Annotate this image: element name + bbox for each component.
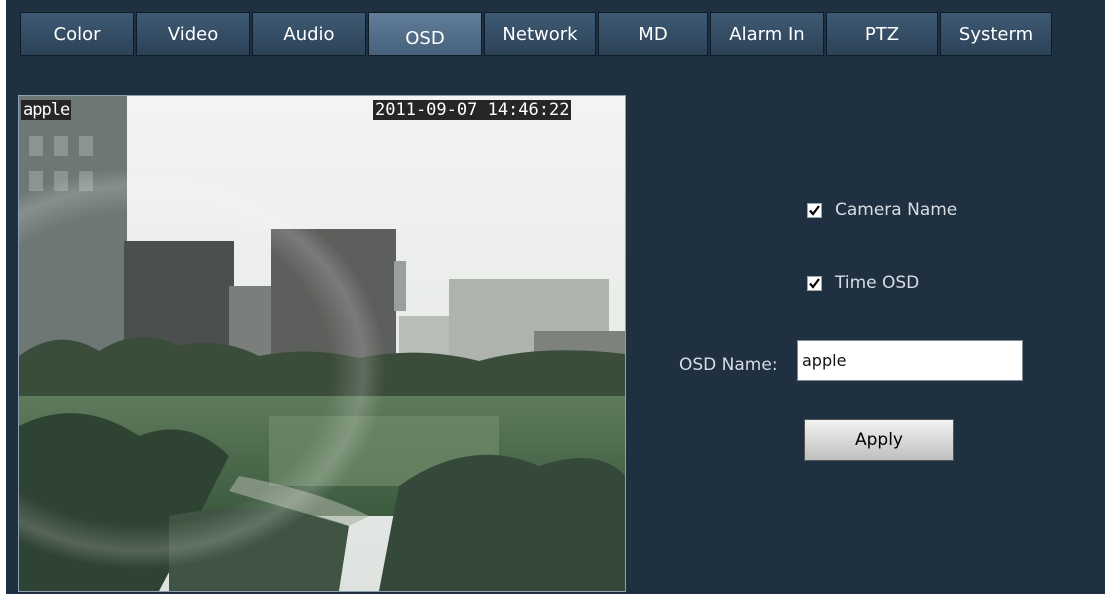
tab-audio[interactable]: Audio [252, 12, 366, 56]
tab-osd[interactable]: OSD [368, 12, 482, 56]
osd-name-input[interactable] [797, 340, 1023, 381]
osd-time-overlay: 2011-09-07 14:46:22 [373, 100, 572, 120]
tab-color[interactable]: Color [20, 12, 134, 56]
video-preview [18, 95, 626, 592]
time-osd-label: Time OSD [835, 273, 920, 293]
tab-md[interactable]: MD [598, 12, 708, 56]
tab-alarm-in[interactable]: Alarm In [710, 12, 824, 56]
checkmark-icon [809, 277, 820, 289]
osd-name-label: OSD Name: [679, 355, 778, 375]
osd-camera-name-overlay: apple [21, 100, 72, 120]
time-osd-checkbox-row[interactable]: Time OSD [807, 273, 919, 293]
checkmark-icon [809, 204, 820, 216]
tab-network[interactable]: Network [484, 12, 596, 56]
camera-name-checkbox[interactable] [807, 202, 822, 218]
camera-name-checkbox-row[interactable]: Camera Name [807, 200, 957, 220]
apply-button[interactable]: Apply [804, 419, 954, 461]
time-osd-checkbox[interactable] [807, 275, 822, 291]
video-frame-image [19, 96, 625, 591]
tab-video[interactable]: Video [136, 12, 250, 56]
tab-systerm[interactable]: Systerm [940, 12, 1052, 56]
settings-tab-bar: Color Video Audio OSD Network MD Alarm I… [20, 12, 1052, 56]
tab-ptz[interactable]: PTZ [826, 12, 938, 56]
camera-name-label: Camera Name [835, 200, 958, 220]
